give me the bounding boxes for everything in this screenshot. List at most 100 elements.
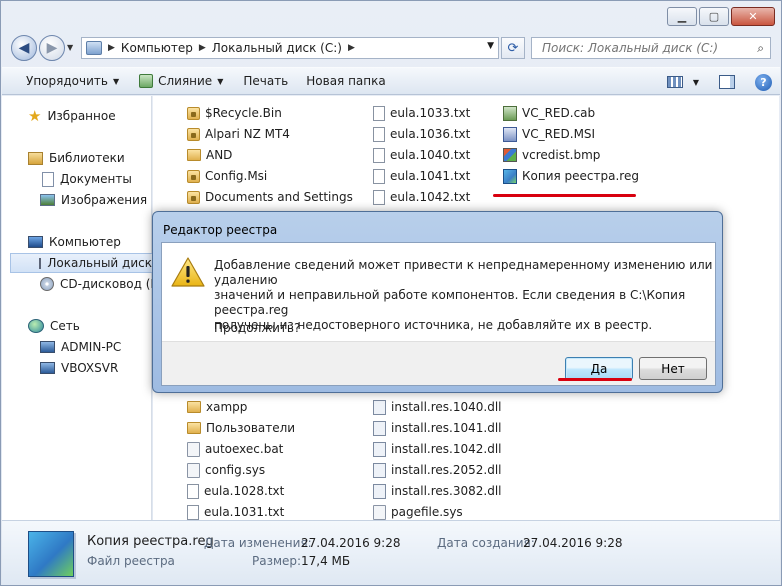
nav-favorites[interactable]: ★ Избранное	[28, 106, 116, 126]
dialog-question: Продолжить?	[214, 321, 301, 335]
breadcrumb-chevron-icon[interactable]: ▶	[199, 43, 206, 53]
search-icon[interactable]: ⌕	[757, 41, 764, 56]
details-size-label: Размер:	[252, 554, 302, 568]
text-file-icon	[187, 483, 199, 499]
nav-host-label: ADMIN-PC	[61, 340, 122, 354]
recent-pages-dropdown[interactable]: ▼	[67, 43, 73, 52]
details-modified-value: 27.04.2016 9:28	[301, 536, 401, 550]
no-button[interactable]: Нет	[639, 357, 707, 380]
help-icon[interactable]: ?	[755, 73, 772, 91]
view-options-chevron-icon[interactable]: ▼	[693, 78, 699, 87]
yes-button[interactable]: Да	[565, 357, 633, 380]
search-box[interactable]: ⌕	[531, 37, 771, 59]
file-item[interactable]: VC_RED.MSI	[503, 124, 595, 144]
file-name: install.res.2052.dll	[391, 463, 502, 477]
file-item[interactable]: VC_RED.cab	[503, 103, 595, 123]
file-name: eula.1040.txt	[390, 148, 471, 162]
nav-documents[interactable]: Документы	[42, 169, 132, 189]
address-dropdown-icon[interactable]: ▼	[487, 41, 494, 51]
file-item[interactable]: autoexec.bat	[187, 439, 283, 459]
file-item[interactable]: config.sys	[187, 460, 265, 480]
print-button[interactable]: Печать	[235, 69, 296, 93]
forward-button[interactable]: ▶	[39, 35, 65, 61]
file-name: Documents and Settings	[205, 190, 353, 204]
nav-computer[interactable]: Компьютер	[28, 232, 121, 252]
organize-menu[interactable]: Упорядочить ▼	[18, 69, 127, 93]
highlight-underline-yes	[558, 378, 632, 381]
file-name: eula.1031.txt	[204, 505, 285, 519]
file-item[interactable]: eula.1033.txt	[373, 103, 470, 123]
dll-file-icon	[373, 441, 386, 457]
file-item[interactable]: Пользователи	[187, 418, 295, 438]
file-item[interactable]: pagefile.sys	[373, 502, 463, 522]
text-file-icon	[187, 504, 199, 520]
file-item[interactable]: Documents and Settings	[187, 187, 353, 207]
file-name: VC_RED.MSI	[522, 127, 596, 141]
file-name: eula.1033.txt	[390, 106, 471, 120]
breadcrumb-computer[interactable]: Компьютер	[121, 41, 193, 55]
network-icon	[28, 319, 44, 333]
details-created-value: 27.04.2016 9:28	[523, 536, 623, 550]
file-item[interactable]: install.res.2052.dll	[373, 460, 502, 480]
file-name: eula.1028.txt	[204, 484, 285, 498]
file-item[interactable]: install.res.1041.dll	[373, 418, 502, 438]
minimize-button[interactable]: ▁	[667, 7, 697, 26]
nav-host-admin-pc[interactable]: ADMIN-PC	[40, 337, 121, 357]
command-bar: Упорядочить ▼ Слияние ▼ Печать Новая пап…	[2, 67, 780, 95]
locked-folder-icon	[187, 169, 200, 183]
change-view-icon[interactable]	[666, 76, 683, 88]
details-modified-label: Дата изменения:	[204, 536, 312, 550]
file-item[interactable]: Alpari NZ MT4	[187, 124, 290, 144]
file-name: install.res.3082.dll	[391, 484, 502, 498]
new-folder-label: Новая папка	[306, 74, 386, 88]
file-item[interactable]: eula.1028.txt	[187, 481, 284, 501]
maximize-button[interactable]: ▢	[699, 7, 729, 26]
cab-file-icon	[503, 105, 517, 121]
chevron-down-icon: ▼	[217, 76, 224, 86]
file-item[interactable]: Копия реестра.reg	[503, 166, 639, 186]
file-item[interactable]: xampp	[187, 397, 247, 417]
print-label: Печать	[243, 74, 289, 88]
back-button[interactable]: ◀	[11, 35, 37, 61]
merge-icon	[139, 74, 154, 88]
nav-cd-drive-label: CD-дисковод (D:	[60, 277, 164, 291]
file-item[interactable]: Config.Msi	[187, 166, 267, 186]
file-name: install.res.1041.dll	[391, 421, 502, 435]
file-item[interactable]: eula.1036.txt	[373, 124, 470, 144]
nav-images[interactable]: Изображения	[40, 190, 147, 210]
computer-location-icon	[86, 41, 102, 55]
computer-icon	[28, 236, 43, 248]
locked-folder-icon	[187, 106, 200, 120]
file-name: config.sys	[205, 463, 266, 477]
dll-file-icon	[373, 483, 386, 499]
file-item[interactable]: AND	[187, 145, 232, 165]
bmp-file-icon	[503, 148, 517, 162]
file-item[interactable]: eula.1040.txt	[373, 145, 470, 165]
nav-local-disk[interactable]: Локальный диск	[10, 253, 153, 273]
file-item[interactable]: install.res.3082.dll	[373, 481, 502, 501]
close-button[interactable]: ✕	[731, 7, 775, 26]
nav-network[interactable]: Сеть	[28, 316, 80, 336]
file-item[interactable]: install.res.1042.dll	[373, 439, 502, 459]
merge-button[interactable]: Слияние ▼	[131, 69, 231, 93]
refresh-button[interactable]: ⟳	[501, 37, 525, 59]
file-item[interactable]: vcredist.bmp	[503, 145, 600, 165]
dll-file-icon	[373, 462, 386, 478]
nav-host-vboxsvr[interactable]: VBOXSVR	[40, 358, 118, 378]
new-folder-button[interactable]: Новая папка	[298, 69, 393, 93]
settings-file-icon	[187, 441, 200, 457]
file-item[interactable]: eula.1031.txt	[187, 502, 284, 522]
breadcrumb-local-disk[interactable]: Локальный диск (C:)	[212, 41, 342, 55]
breadcrumb-chevron-icon[interactable]: ▶	[348, 43, 355, 53]
search-input[interactable]	[540, 40, 740, 56]
address-bar[interactable]: ▶ Компьютер ▶ Локальный диск (C:) ▶ ▼	[81, 37, 499, 59]
file-item[interactable]: $Recycle.Bin	[187, 103, 282, 123]
breadcrumb-chevron-icon[interactable]: ▶	[108, 43, 115, 53]
file-item[interactable]: eula.1042.txt	[373, 187, 470, 207]
preview-pane-icon[interactable]	[719, 75, 735, 89]
nav-libraries[interactable]: Библиотеки	[28, 148, 125, 168]
nav-cd-drive[interactable]: CD-дисковод (D:	[40, 274, 164, 294]
file-item[interactable]: eula.1041.txt	[373, 166, 470, 186]
organize-label: Упорядочить	[26, 74, 108, 88]
file-item[interactable]: install.res.1040.dll	[373, 397, 502, 417]
